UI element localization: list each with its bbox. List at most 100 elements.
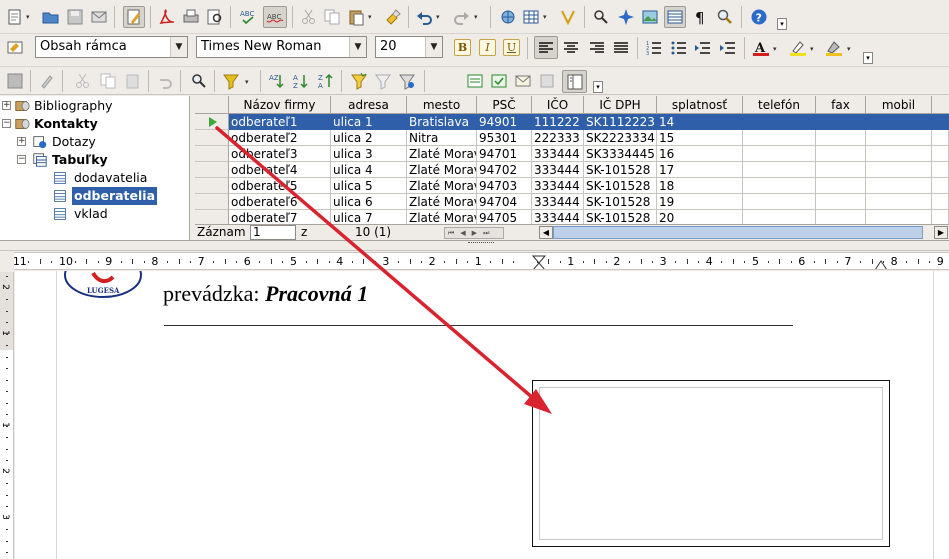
table-cell[interactable]: Bratislava xyxy=(407,114,477,130)
row-header[interactable] xyxy=(195,130,229,146)
tree-item-odberatelia[interactable]: odberatelia xyxy=(0,187,190,205)
data-to-fields-icon[interactable] xyxy=(490,72,508,90)
text-frame-inner-boundary[interactable] xyxy=(539,387,883,540)
data-source-current-icon[interactable] xyxy=(538,72,556,90)
clone-formatting-icon[interactable] xyxy=(384,8,402,26)
copy-icon[interactable] xyxy=(323,8,341,26)
row-header[interactable] xyxy=(195,178,229,194)
table-cell[interactable]: 94901 xyxy=(477,114,532,130)
table-cell[interactable] xyxy=(866,178,932,194)
background-color-icon[interactable] xyxy=(825,39,843,57)
font-color-icon[interactable]: A xyxy=(752,39,770,57)
styles-formatting-icon[interactable] xyxy=(6,39,24,57)
table-cell[interactable]: odberateľ4 xyxy=(229,162,331,178)
table-cell[interactable]: Nitra xyxy=(407,130,477,146)
table-cell[interactable] xyxy=(866,114,932,130)
record-number-input[interactable]: 1 xyxy=(250,225,296,240)
table-cell[interactable]: odberateľ3 xyxy=(229,146,331,162)
table-cell[interactable]: SK-101528 xyxy=(584,194,657,210)
table-cell[interactable] xyxy=(743,130,816,146)
horizontal-splitter[interactable] xyxy=(0,240,949,251)
table-cell[interactable]: ulica 5 xyxy=(331,178,407,194)
bullets-icon[interactable] xyxy=(670,39,688,57)
row-header[interactable] xyxy=(195,194,229,210)
table-cell[interactable] xyxy=(816,194,866,210)
paste-icon[interactable] xyxy=(347,8,365,26)
tree-item-dodavatelia[interactable]: dodavatelia xyxy=(0,169,190,187)
sort-az-icon[interactable]: AZ xyxy=(292,72,310,90)
collapse-icon[interactable]: − xyxy=(2,119,11,128)
underline-button[interactable]: U xyxy=(503,39,520,56)
table-cell[interactable]: ulica 3 xyxy=(331,146,407,162)
table-cell[interactable] xyxy=(866,146,932,162)
export-pdf-icon[interactable] xyxy=(157,8,175,26)
horizontal-ruler[interactable]: 11 10 9 8 7 6 5 4 3 2 1 1 2 3 4 5 6 7 8 9 xyxy=(14,252,949,270)
right-indent-icon[interactable] xyxy=(874,259,888,270)
align-right-button[interactable] xyxy=(588,39,606,57)
italic-button[interactable]: I xyxy=(479,39,496,56)
paste-icon[interactable] xyxy=(124,72,142,90)
chevron-down-icon[interactable]: ▼ xyxy=(349,37,366,57)
table-cell[interactable] xyxy=(866,194,932,210)
apply-filter-icon[interactable] xyxy=(398,72,416,90)
align-left-button[interactable] xyxy=(534,36,558,59)
table-cell[interactable]: Zlaté Moravce xyxy=(407,162,477,178)
tree-item-dotazy[interactable]: + Dotazy xyxy=(0,133,190,151)
data-to-text-icon[interactable] xyxy=(466,72,484,90)
table-cell[interactable]: SK3334445 xyxy=(584,146,657,162)
decrease-indent-icon[interactable] xyxy=(694,39,712,57)
table-cell[interactable] xyxy=(743,162,816,178)
new-document-icon[interactable] xyxy=(6,8,24,26)
document-line-prevadzka[interactable]: prevádzka: Pracovná 1 xyxy=(163,281,368,307)
scroll-right-icon[interactable]: ▶ xyxy=(934,226,948,239)
record-nav-buttons[interactable]: ⏮◀▶⏭ xyxy=(444,227,504,239)
table-cell[interactable]: 333444 xyxy=(532,146,584,162)
table-cell[interactable]: SK1112223 xyxy=(584,114,657,130)
reset-filter-icon[interactable] xyxy=(374,72,392,90)
table-dropdown-icon[interactable]: ▾ xyxy=(543,14,549,21)
table-cell[interactable]: odberateľ5 xyxy=(229,178,331,194)
table-cell[interactable]: 95301 xyxy=(477,130,532,146)
row-header[interactable] xyxy=(195,162,229,178)
table-cell[interactable] xyxy=(932,130,949,146)
save-record-icon[interactable] xyxy=(6,72,24,90)
table-cell[interactable]: Zlaté Moravce xyxy=(407,146,477,162)
table-cell[interactable] xyxy=(932,194,949,210)
table-cell[interactable] xyxy=(816,130,866,146)
chevron-down-icon[interactable]: ▼ xyxy=(170,37,187,57)
table-cell[interactable]: 94701 xyxy=(477,146,532,162)
zoom-icon[interactable] xyxy=(716,8,734,26)
autospellcheck-icon[interactable]: ABC xyxy=(263,6,287,28)
toolbar-overflow-icon[interactable]: ▾ xyxy=(777,18,787,30)
table-cell[interactable]: 222333 xyxy=(532,130,584,146)
table-cell[interactable]: 14 xyxy=(657,114,743,130)
table-icon[interactable] xyxy=(522,8,540,26)
autofilter-dropdown-icon[interactable]: ▾ xyxy=(245,79,251,86)
splitter-grip-icon[interactable] xyxy=(468,242,494,245)
toolbar-overflow-icon[interactable]: ▾ xyxy=(863,52,873,64)
column-header[interactable]: splatnosť xyxy=(657,96,743,114)
background-color-dropdown-icon[interactable]: ▾ xyxy=(847,46,853,53)
expand-icon[interactable]: + xyxy=(17,137,26,146)
table-cell[interactable]: odberateľ6 xyxy=(229,194,331,210)
column-header[interactable]: adresa xyxy=(331,96,407,114)
table-cell[interactable]: SK-101528 xyxy=(584,162,657,178)
explorer-on-off-icon[interactable] xyxy=(562,70,587,93)
undo-icon[interactable] xyxy=(416,8,434,26)
table-cell[interactable] xyxy=(816,114,866,130)
edit-mode-icon[interactable] xyxy=(123,6,145,28)
chevron-down-icon[interactable]: ▼ xyxy=(425,37,442,57)
spellcheck-icon[interactable]: ABC xyxy=(239,8,257,26)
table-cell[interactable]: SK-101528 xyxy=(584,178,657,194)
table-cell[interactable] xyxy=(816,162,866,178)
indent-marker-icon[interactable] xyxy=(532,255,546,270)
table-cell[interactable] xyxy=(932,114,949,130)
save-icon[interactable] xyxy=(66,8,84,26)
table-cell[interactable]: SK2223334 xyxy=(584,130,657,146)
column-header[interactable]: telefón xyxy=(743,96,816,114)
table-cell[interactable]: ulica 1 xyxy=(331,114,407,130)
column-header[interactable]: mesto xyxy=(407,96,477,114)
tree-item-vklad[interactable]: vklad xyxy=(0,205,190,223)
column-header[interactable]: mobil xyxy=(866,96,932,114)
find-replace-icon[interactable] xyxy=(592,8,610,26)
